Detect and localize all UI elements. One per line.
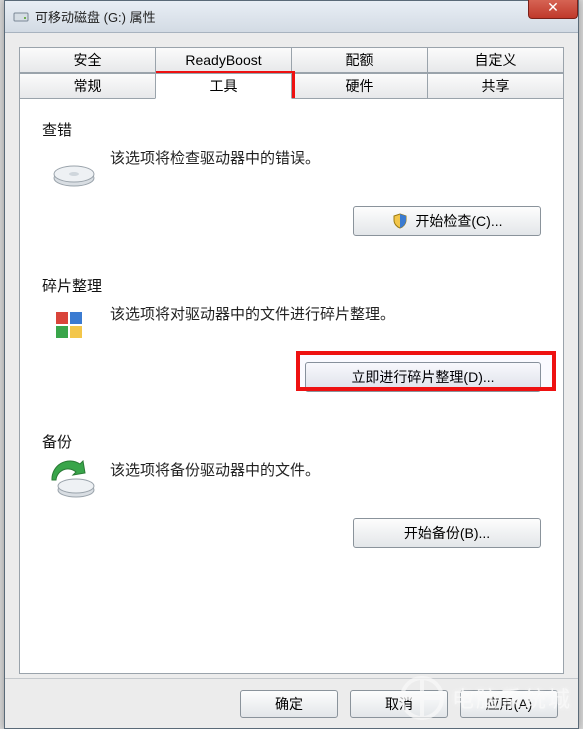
start-check-button[interactable]: 开始检查(C)... — [353, 206, 541, 236]
group-title-defrag: 碎片整理 — [42, 275, 541, 296]
ok-button[interactable]: 确定 — [240, 690, 338, 718]
window-title: 可移动磁盘 (G:) 属性 — [35, 7, 156, 26]
defrag-now-button[interactable]: 立即进行碎片整理(D)... — [305, 362, 541, 392]
titlebar[interactable]: 可移动磁盘 (G:) 属性 ✕ — [5, 1, 578, 33]
tab-hardware[interactable]: 硬件 — [291, 73, 428, 99]
close-button[interactable]: ✕ — [528, 0, 578, 19]
tab-security[interactable]: 安全 — [19, 47, 156, 73]
properties-dialog: 可移动磁盘 (G:) 属性 ✕ 安全 ReadyBoost 配额 自定义 常规 … — [4, 0, 579, 729]
group-defrag: 碎片整理 该选项将对驱动器中的文件进行碎片整理。 立即进行碎片整理(D)... — [38, 275, 545, 405]
backup-icon — [50, 460, 98, 500]
cancel-button[interactable]: 取消 — [350, 690, 448, 718]
tab-readyboost[interactable]: ReadyBoost — [155, 47, 292, 73]
divider — [38, 404, 545, 405]
apply-button[interactable]: 应用(A) — [460, 690, 558, 718]
group-backup: 备份 该选项将备份驱动器中的文件。 开始备份(B)... — [38, 431, 545, 548]
drive-icon — [13, 9, 29, 25]
drive-check-icon — [50, 148, 98, 188]
tab-quota[interactable]: 配额 — [291, 47, 428, 73]
defrag-desc: 该选项将对驱动器中的文件进行碎片整理。 — [110, 304, 395, 327]
tab-general[interactable]: 常规 — [19, 73, 156, 99]
start-backup-button[interactable]: 开始备份(B)... — [353, 518, 541, 548]
group-error-checking: 查错 该选项将检查驱动器中的错误。 开始检查(C)... — [38, 119, 545, 249]
dialog-content: 安全 ReadyBoost 配额 自定义 常规 工具 硬件 共享 查错 — [19, 47, 564, 674]
tab-sharing[interactable]: 共享 — [427, 73, 564, 99]
backup-desc: 该选项将备份驱动器中的文件。 — [110, 460, 320, 483]
check-desc: 该选项将检查驱动器中的错误。 — [110, 148, 320, 171]
start-check-label: 开始检查(C)... — [415, 213, 502, 229]
defrag-icon — [50, 304, 98, 344]
group-title-backup: 备份 — [42, 431, 541, 452]
group-title-check: 查错 — [42, 119, 541, 140]
tab-panel-tools: 查错 该选项将检查驱动器中的错误。 开始检查(C)... — [19, 98, 564, 674]
tab-strip: 安全 ReadyBoost 配额 自定义 常规 工具 硬件 共享 — [19, 47, 564, 99]
dialog-footer: 确定 取消 应用(A) — [5, 678, 578, 728]
divider — [38, 248, 545, 249]
tab-tools[interactable]: 工具 — [155, 73, 292, 99]
shield-icon — [392, 210, 408, 226]
tab-custom[interactable]: 自定义 — [427, 47, 564, 73]
